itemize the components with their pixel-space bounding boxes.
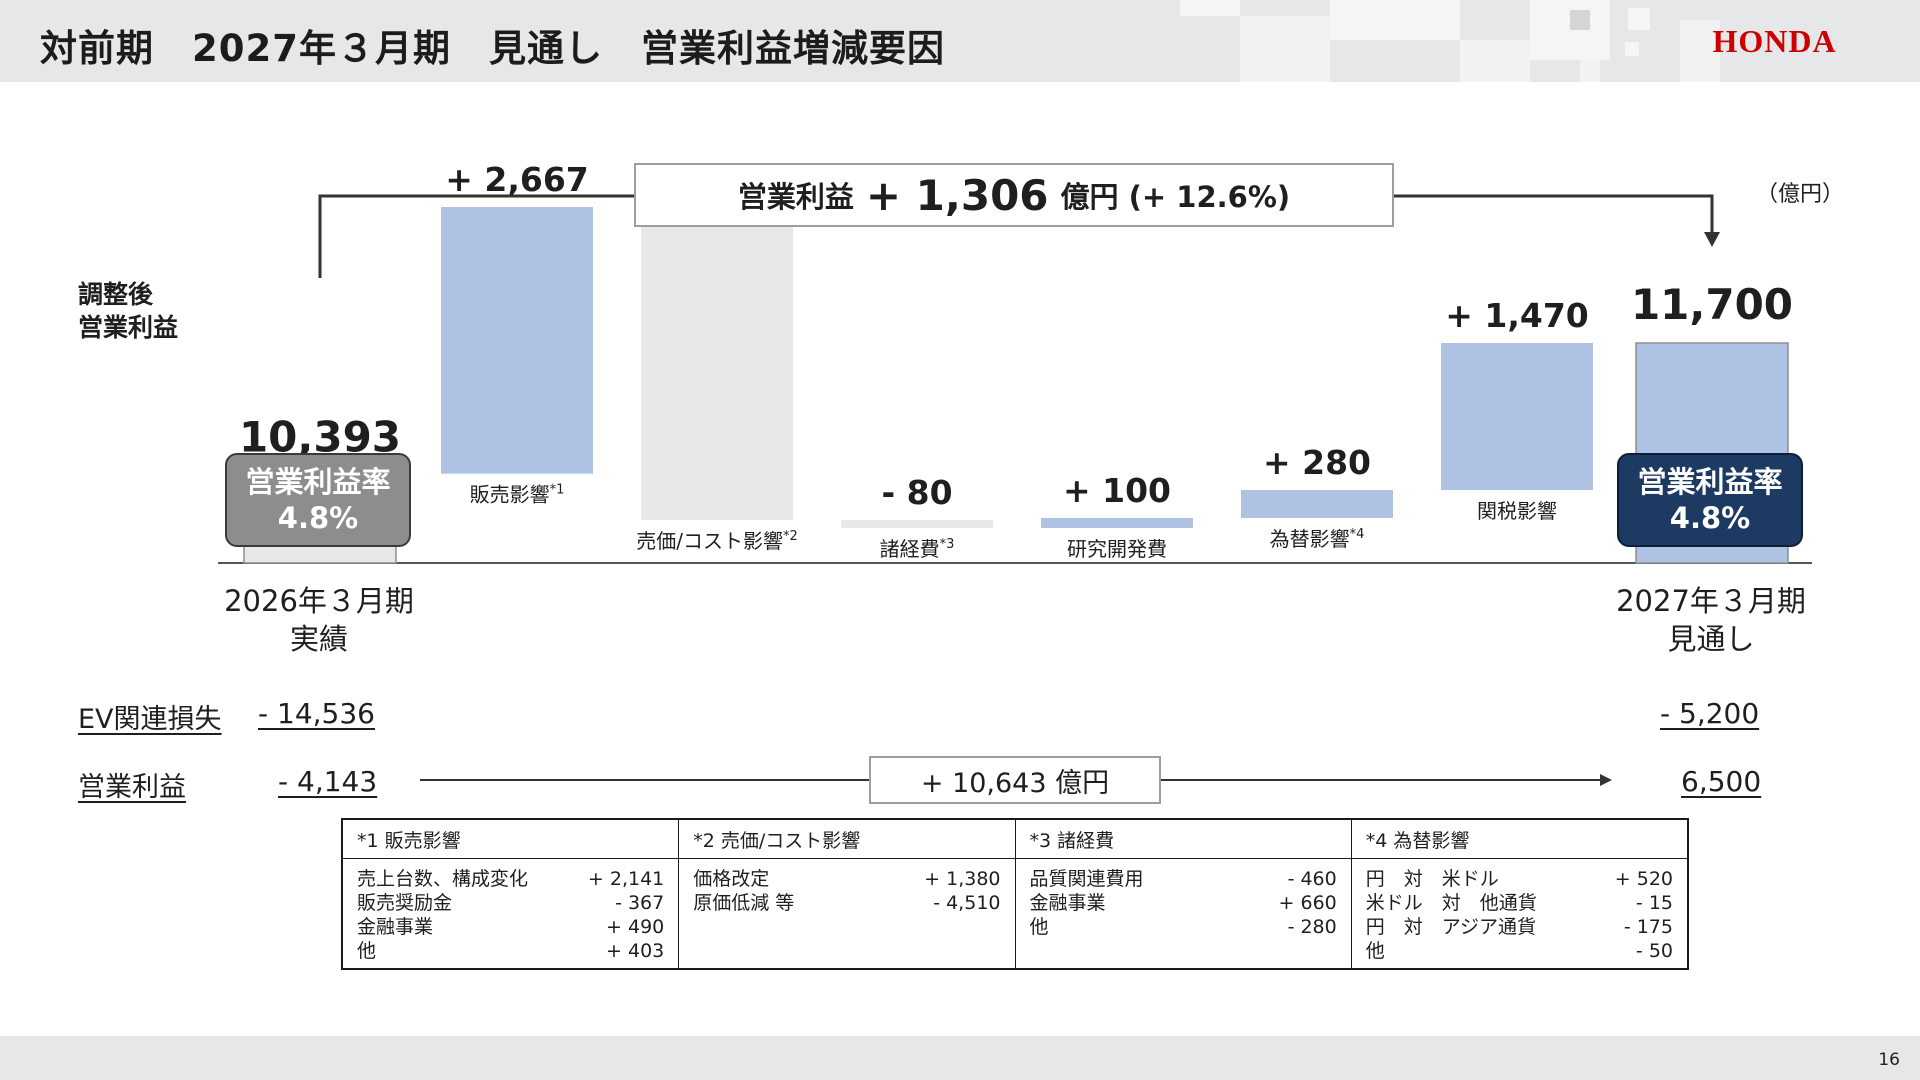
note-value: + 1,380 [924,868,1001,890]
note-column: *4 為替影響 円 対 米ドル + 520 米ドル 対 他通貨 - 15 円 対 ア… [1351,820,1687,968]
note-title: *1 販売影響 [343,820,679,859]
note-value: - 367 [615,892,665,914]
note-item: 他 [1365,940,1385,962]
note-body: 品質関連費用 - 460 金融事業 + 660 他 - 280 [1016,859,1351,939]
note-row: 他 - 280 [1030,915,1337,939]
note-item: 他 [1029,916,1049,938]
note-item: 金融事業 [1029,892,1106,914]
note-title: *2 売価/コスト影響 [679,820,1015,859]
note-row: 価格改定 + 1,380 [693,867,1000,891]
note-item: 米ドル 対 他通貨 [1365,892,1537,914]
note-item: 円 対 米ドル [1365,868,1499,890]
note-value: - 460 [1287,868,1337,890]
note-row: 米ドル 対 他通貨 - 15 [1366,891,1673,915]
note-value: - 50 [1635,940,1673,962]
note-value: + 2,141 [587,868,665,890]
note-value: - 175 [1623,916,1673,938]
note-row: 売上台数、構成変化 + 2,141 [357,867,664,891]
operating-income-arrow [420,774,1612,786]
note-row: 他 - 50 [1366,939,1673,963]
note-row: 金融事業 + 660 [1030,891,1337,915]
note-body: 売上台数、構成変化 + 2,141 販売奨励金 - 367 金融事業 + 490 他 +… [343,859,678,963]
note-title: *4 為替影響 [1351,820,1687,859]
note-value: - 280 [1287,916,1337,938]
note-row: 品質関連費用 - 460 [1030,867,1337,891]
note-value: + 490 [606,916,665,938]
note-item: 価格改定 [693,868,770,890]
note-item: 販売奨励金 [357,892,453,914]
note-column: *2 売価/コスト影響 価格改定 + 1,380 原価低減 等 - 4,510 [679,820,1016,968]
note-value: - 15 [1635,892,1673,914]
note-row: 円 対 アジア通貨 - 175 [1366,915,1673,939]
note-value: + 403 [606,940,665,962]
note-body: 円 対 米ドル + 520 米ドル 対 他通貨 - 15 円 対 アジア通貨 - 17… [1352,859,1687,963]
footer-band [0,1036,1920,1080]
page-number: 16 [1878,1050,1900,1070]
note-body: 価格改定 + 1,380 原価低減 等 - 4,510 [679,859,1014,915]
note-item: 他 [357,940,377,962]
note-title: *3 諸経費 [1015,820,1351,859]
operating-income-change-box: + 10,643 億円 [869,756,1161,804]
note-item: 売上台数、構成変化 [357,868,529,890]
note-row: 他 + 403 [357,939,664,963]
note-value: + 520 [1614,868,1673,890]
note-row: 金融事業 + 490 [357,915,664,939]
note-item: 金融事業 [357,916,434,938]
note-row: 円 対 米ドル + 520 [1366,867,1673,891]
note-item: 円 対 アジア通貨 [1365,916,1536,938]
note-row: 原価低減 等 - 4,510 [693,891,1000,915]
note-column: *1 販売影響 売上台数、構成変化 + 2,141 販売奨励金 - 367 金融事業… [343,820,680,968]
note-item: 原価低減 等 [693,892,795,914]
notes-table: *1 販売影響 売上台数、構成変化 + 2,141 販売奨励金 - 367 金融事業… [341,818,1689,970]
note-value: - 4,510 [933,892,1001,914]
operating-income-arrow-head [1600,774,1612,786]
note-value: + 660 [1278,892,1337,914]
note-item: 品質関連費用 [1029,868,1144,890]
note-row: 販売奨励金 - 367 [357,891,664,915]
note-column: *3 諸経費 品質関連費用 - 460 金融事業 + 660 他 - 280 [1015,820,1352,968]
